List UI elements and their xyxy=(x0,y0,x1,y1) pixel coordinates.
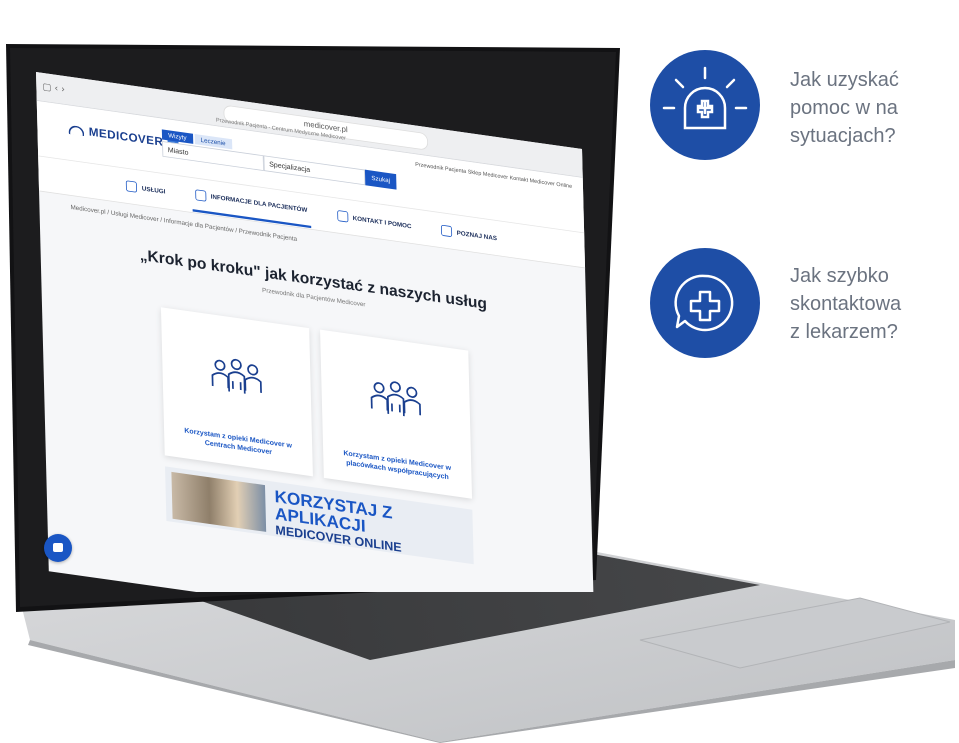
stethoscope-icon xyxy=(126,180,138,193)
nav-label: POZNAJ NAS xyxy=(456,228,498,242)
nav-label: INFORMACJE DLA PACJENTÓW xyxy=(210,192,308,214)
card-label: Korzystam z opieki Medicover w placówkac… xyxy=(343,448,452,481)
people-group-icon xyxy=(211,358,262,394)
logo-mark-icon xyxy=(68,124,85,137)
chat-button[interactable] xyxy=(44,534,72,562)
search-button[interactable]: Szukaj xyxy=(364,169,397,190)
people-group-icon xyxy=(370,381,422,417)
card-label: Korzystam z opieki Medicover w Centrach … xyxy=(184,426,293,456)
card-medicover-centers[interactable]: Korzystam z opieki Medicover w Centrach … xyxy=(160,307,313,477)
nav-item-about[interactable]: POZNAJ NAS xyxy=(438,215,501,253)
logo-text: MEDICOVER xyxy=(88,125,164,150)
nav-label: KONTAKT I POMOC xyxy=(352,214,412,230)
phone-icon xyxy=(336,210,349,223)
info-line: Jak szybko xyxy=(790,265,889,287)
browser-window: ▢ ‹ › medicover.pl Przewodnik Pacjenta -… xyxy=(36,72,595,592)
banner-text: KORZYSTAJ Z APLIKACJI MEDICOVER ONLINE xyxy=(274,486,473,567)
info-circle-1 xyxy=(650,50,760,160)
sidebar-toggle-icon[interactable]: ▢ ‹ › xyxy=(42,81,65,95)
nav-item-services[interactable]: USŁUGI xyxy=(123,171,169,207)
alarm-cross-icon xyxy=(662,66,748,130)
info-text-2: Jak szybko skontaktowa z lekarzem? xyxy=(790,262,901,346)
info-line: z lekarzem? xyxy=(790,321,898,343)
info-line: sytuacjach? xyxy=(790,125,896,147)
info-text-1: Jak uzyskać pomoc w na sytuacjach? xyxy=(790,66,899,150)
nav-label: USŁUGI xyxy=(141,184,166,195)
info-circle-2 xyxy=(650,248,760,358)
info-line: Jak uzyskać xyxy=(790,69,899,91)
info-icon xyxy=(440,224,453,238)
info-line: pomoc w na xyxy=(790,97,898,119)
card-partner-facilities[interactable]: Korzystam z opieki Medicover w placówkac… xyxy=(320,329,473,499)
laptop-screen: ▢ ‹ › medicover.pl Przewodnik Pacjenta -… xyxy=(36,72,596,592)
banner-photo xyxy=(171,471,267,532)
chat-cross-icon xyxy=(674,274,734,332)
document-icon xyxy=(194,188,207,202)
info-line: skontaktowa xyxy=(790,293,902,315)
banner-line-2: MEDICOVER ONLINE xyxy=(275,523,402,555)
